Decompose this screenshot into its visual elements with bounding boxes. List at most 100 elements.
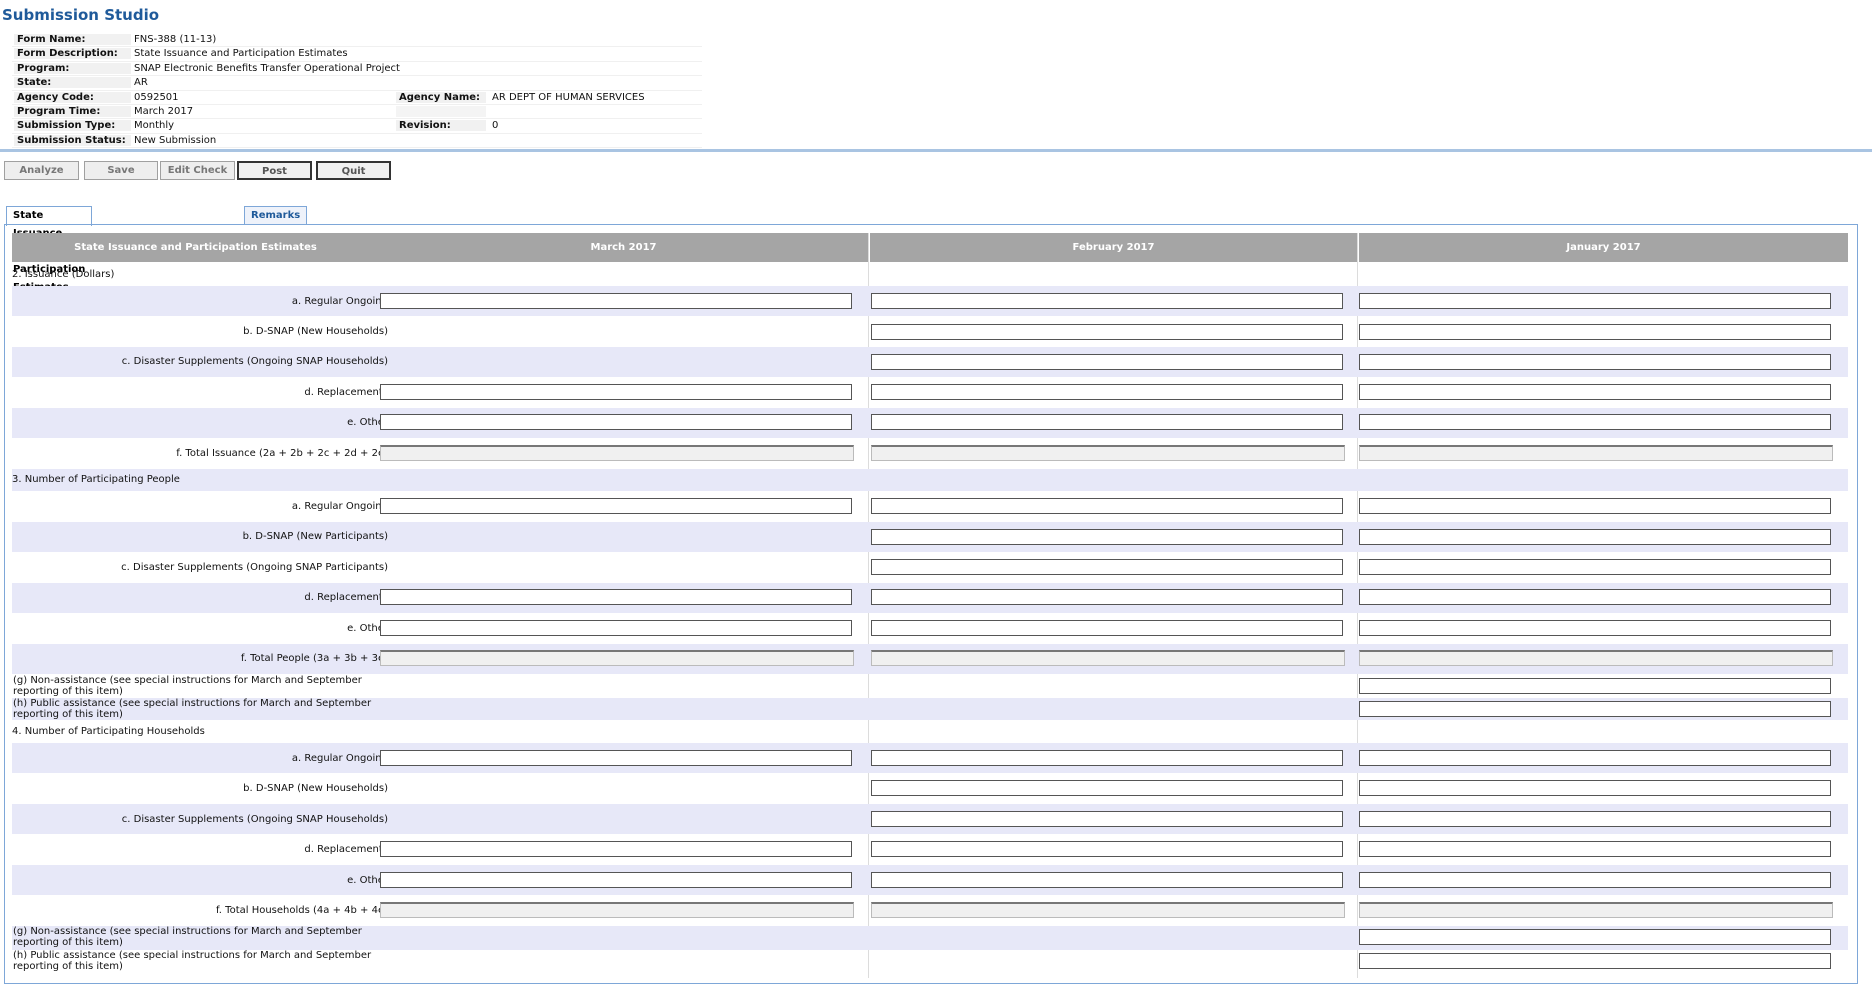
form-name-label: Form Name: — [14, 34, 131, 45]
input-4g-january[interactable] — [1359, 929, 1831, 945]
total-4f-march — [380, 902, 854, 918]
input-4e-february[interactable] — [871, 872, 1343, 888]
input-4b-february[interactable] — [871, 780, 1343, 796]
row-label-4d: d. Replacements — [304, 844, 388, 855]
total-3f-january — [1359, 650, 1833, 666]
post-button[interactable]: Post — [237, 161, 312, 180]
input-4d-january[interactable] — [1359, 841, 1831, 857]
row-label-4a: a. Regular Ongoing — [291, 753, 388, 764]
input-3b-february[interactable] — [871, 529, 1343, 545]
input-3a-march[interactable] — [380, 498, 852, 514]
input-3a-february[interactable] — [871, 498, 1343, 514]
total-2f-march — [380, 445, 854, 461]
input-4d-march[interactable] — [380, 841, 852, 857]
row-label-2b: b. D-SNAP (New Households) — [243, 326, 388, 337]
section-4-heading: 4. Number of Participating Households — [12, 726, 205, 737]
input-4d-february[interactable] — [871, 841, 1343, 857]
input-2d-january[interactable] — [1359, 384, 1831, 400]
tab-remarks[interactable]: Remarks — [244, 206, 308, 225]
column-header-january: January 2017 — [1359, 233, 1848, 262]
submission-info: Form Name: FNS-388 (11-13) Form Descript… — [12, 33, 702, 149]
row-label-2d: d. Replacements — [304, 387, 388, 398]
input-3d-january[interactable] — [1359, 589, 1831, 605]
edit-check-button[interactable]: Edit Check — [160, 161, 235, 180]
row-label-3b: b. D-SNAP (New Participants) — [242, 531, 388, 542]
program-label: Program: — [14, 62, 131, 74]
input-3b-january[interactable] — [1359, 529, 1831, 545]
section-2-heading: 2. Issuance (Dollars) — [12, 269, 115, 280]
revision-label: Revision: — [396, 120, 486, 132]
row-label-3g: (g) Non-assistance (see special instruct… — [13, 675, 362, 697]
input-3g-january[interactable] — [1359, 678, 1831, 694]
input-2b-january[interactable] — [1359, 324, 1831, 340]
input-3h-january[interactable] — [1359, 701, 1831, 717]
input-2a-march[interactable] — [380, 293, 852, 309]
input-4a-march[interactable] — [380, 750, 852, 766]
input-2c-january[interactable] — [1359, 354, 1831, 370]
input-2a-january[interactable] — [1359, 293, 1831, 309]
form-description-label: Form Description: — [14, 48, 131, 60]
input-3e-february[interactable] — [871, 620, 1343, 636]
input-3d-march[interactable] — [380, 589, 852, 605]
program-time-value: March 2017 — [134, 105, 194, 117]
program-value: SNAP Electronic Benefits Transfer Operat… — [134, 62, 400, 74]
info-row-form-name: Form Name: FNS-388 (11-13) — [12, 33, 702, 48]
input-2c-february[interactable] — [871, 354, 1343, 370]
input-2a-february[interactable] — [871, 293, 1343, 309]
column-header-february: February 2017 — [870, 233, 1357, 262]
input-3c-february[interactable] — [871, 559, 1343, 575]
agency-code-label: Agency Code: — [14, 91, 131, 103]
info-row-agency: Agency Code: 0592501 Agency Name: AR DEP… — [12, 91, 702, 105]
input-4c-february[interactable] — [871, 811, 1343, 827]
input-4a-february[interactable] — [871, 750, 1343, 766]
total-4f-january — [1359, 902, 1833, 918]
input-3a-january[interactable] — [1359, 498, 1831, 514]
submission-type-label: Submission Type: — [14, 120, 131, 132]
total-2f-february — [871, 445, 1345, 461]
row-label-3d: d. Replacements — [304, 592, 388, 603]
input-2d-march[interactable] — [380, 384, 852, 400]
input-2e-february[interactable] — [871, 414, 1343, 430]
row-label-3f: f. Total People (3a + 3b + 3e) — [240, 653, 388, 664]
input-2b-february[interactable] — [871, 324, 1343, 340]
info-row-state: State: AR — [12, 76, 702, 91]
save-button[interactable]: Save — [84, 161, 158, 180]
input-3e-march[interactable] — [380, 620, 852, 636]
submission-status-label: Submission Status: — [14, 134, 131, 146]
input-4a-january[interactable] — [1359, 750, 1831, 766]
revision-value: 0 — [492, 120, 499, 132]
info-row-program-time: Program Time: March 2017 — [12, 105, 702, 120]
submission-type-value: Monthly — [134, 120, 175, 132]
info-row-program: Program: SNAP Electronic Benefits Transf… — [12, 62, 702, 77]
analyze-button[interactable]: Analyze — [4, 161, 79, 180]
input-3c-january[interactable] — [1359, 559, 1831, 575]
blank-label — [396, 105, 486, 117]
input-2e-january[interactable] — [1359, 414, 1831, 430]
input-4e-march[interactable] — [380, 872, 852, 888]
input-4e-january[interactable] — [1359, 872, 1831, 888]
submission-status-value: New Submission — [134, 134, 217, 146]
agency-name-label: Agency Name: — [396, 91, 486, 103]
row-label-3a: a. Regular Ongoing — [291, 501, 388, 512]
row-label-4c: c. Disaster Supplements (Ongoing SNAP Ho… — [121, 814, 388, 825]
input-4h-january[interactable] — [1359, 953, 1831, 969]
row-label-4g: (g) Non-assistance (see special instruct… — [13, 926, 362, 948]
row-label-4f: f. Total Households (4a + 4b + 4e) — [216, 905, 388, 916]
input-2d-february[interactable] — [871, 384, 1343, 400]
total-4f-february — [871, 902, 1345, 918]
tab-state-issuance[interactable]: State Issuance and Participation Estimat… — [6, 206, 93, 293]
state-value: AR — [134, 77, 148, 89]
info-row-submission-status: Submission Status: New Submission — [12, 134, 702, 149]
input-3e-january[interactable] — [1359, 620, 1831, 636]
input-2e-march[interactable] — [380, 414, 852, 430]
row-label-4h: (h) Public assistance (see special instr… — [13, 950, 372, 972]
total-3f-february — [871, 650, 1345, 666]
form-description-value: State Issuance and Participation Estimat… — [134, 48, 348, 60]
row-label-2f: f. Total Issuance (2a + 2b + 2c + 2d + 2… — [176, 448, 388, 459]
quit-button[interactable]: Quit — [316, 161, 391, 180]
row-label-3h: (h) Public assistance (see special instr… — [13, 698, 372, 720]
input-4c-january[interactable] — [1359, 811, 1831, 827]
input-4b-january[interactable] — [1359, 780, 1831, 796]
input-3d-february[interactable] — [871, 589, 1343, 605]
total-2f-january — [1359, 445, 1833, 461]
